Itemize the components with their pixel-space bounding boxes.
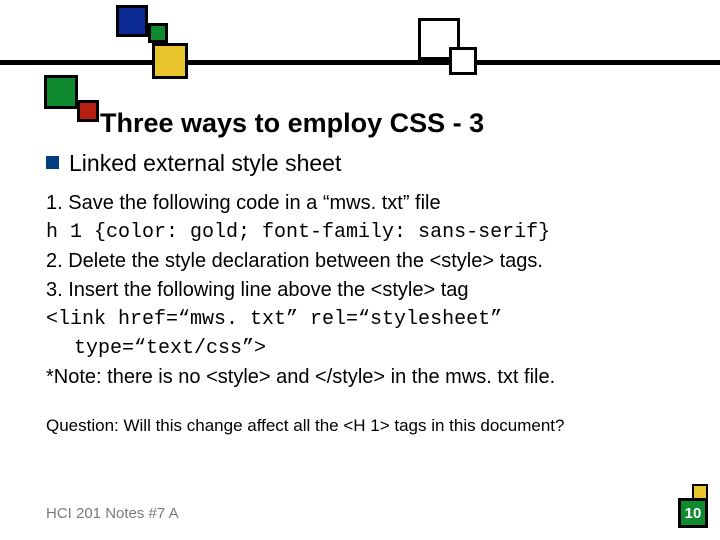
square-yellow bbox=[152, 43, 188, 79]
square-green-large bbox=[44, 75, 78, 109]
footer-text: HCI 201 Notes #7 A bbox=[46, 505, 179, 522]
square-green-small bbox=[148, 23, 168, 43]
square-blue bbox=[116, 5, 148, 37]
page-number-box: 10 bbox=[678, 498, 708, 528]
question-text: Question: Will this change affect all th… bbox=[46, 416, 686, 436]
step-3: 3. Insert the following line above the <… bbox=[46, 276, 686, 305]
square-red bbox=[77, 100, 99, 122]
bullet-icon bbox=[46, 156, 59, 169]
subtitle-text: Linked external style sheet bbox=[69, 150, 341, 176]
page-number: 10 bbox=[685, 505, 702, 522]
code-line-2a: <link href=“mws. txt” rel=“stylesheet” bbox=[46, 305, 686, 334]
code-line-1: h 1 {color: gold; font-family: sans-seri… bbox=[46, 218, 686, 247]
step-1: 1. Save the following code in a “mws. tx… bbox=[46, 189, 686, 218]
content-area: Linked external style sheet 1. Save the … bbox=[46, 150, 686, 436]
square-open-2 bbox=[449, 47, 477, 75]
code-line-2b: type=“text/css”> bbox=[46, 334, 686, 363]
rule-line bbox=[0, 60, 720, 65]
subtitle-row: Linked external style sheet bbox=[46, 150, 686, 177]
body-text: 1. Save the following code in a “mws. tx… bbox=[46, 189, 686, 392]
page-number-decor: 10 bbox=[676, 496, 708, 528]
note-line: *Note: there is no <style> and </style> … bbox=[46, 363, 686, 392]
step-2: 2. Delete the style declaration between … bbox=[46, 247, 686, 276]
slide-title: Three ways to employ CSS - 3 bbox=[100, 108, 484, 139]
